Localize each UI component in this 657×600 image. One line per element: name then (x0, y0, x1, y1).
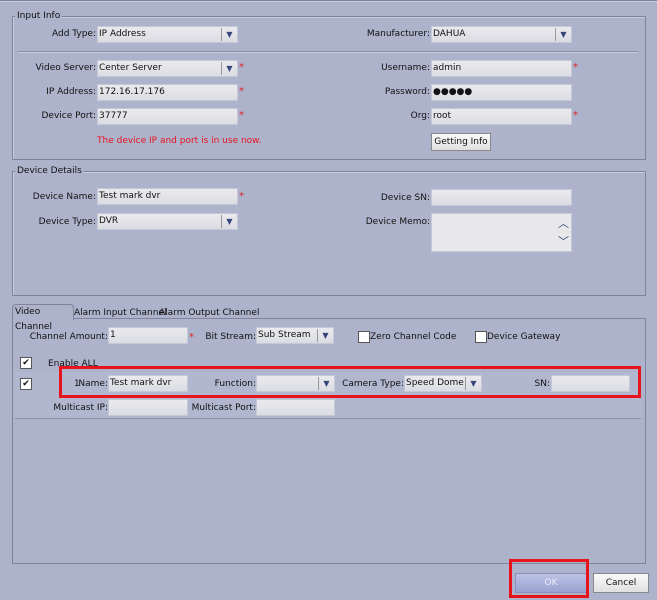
zero-channel-code-checkbox[interactable] (358, 331, 370, 343)
group-title: Device Details (15, 166, 84, 176)
chevron-down-icon: ▼ (221, 62, 237, 75)
ip-address-input[interactable]: 172.16.17.176 (97, 84, 238, 101)
manufacturer-label: Manufacturer: (366, 29, 430, 39)
username-label: Username: (381, 63, 430, 73)
device-memo-label: Device Memo: (365, 217, 430, 227)
org-label: Org: (410, 111, 430, 121)
multicast-port-input[interactable] (256, 399, 335, 416)
channel-checkbox[interactable]: ✔ (20, 378, 32, 390)
cancel-button[interactable]: Cancel (593, 573, 649, 593)
password-label: Password: (384, 87, 430, 97)
device-type-label: Device Type: (38, 217, 96, 227)
highlight-box (59, 366, 641, 398)
manufacturer-value: DAHUA (433, 29, 466, 39)
required-mark: * (239, 62, 244, 73)
ip-address-label: IP Address: (46, 87, 96, 97)
password-input[interactable]: ●●●●● (431, 84, 572, 101)
multicast-ip-label: Multicast IP: (53, 403, 108, 413)
video-server-dropdown[interactable]: Center Server ▼ (97, 60, 238, 77)
chevron-down-icon: ▼ (221, 215, 237, 228)
required-mark: * (573, 62, 578, 73)
required-mark: * (239, 86, 244, 97)
org-input[interactable]: root (431, 108, 572, 125)
group-title: Input Info (15, 11, 63, 21)
manufacturer-dropdown[interactable]: DAHUA ▼ (431, 26, 572, 43)
bit-stream-value: Sub Stream (258, 330, 311, 340)
chevron-down-icon: ▼ (317, 329, 333, 342)
tab-alarm-input-channel[interactable]: Alarm Input Channel (74, 308, 166, 318)
channel-amount-label: Channel Amount: (29, 332, 108, 342)
video-server-value: Center Server (99, 63, 162, 73)
scroll-up-icon[interactable]: ︿ (558, 216, 569, 231)
add-type-label: Add Type: (52, 29, 96, 39)
required-mark: * (573, 110, 578, 121)
chevron-down-icon: ▼ (555, 28, 571, 41)
getting-info-button[interactable]: Getting Info (431, 133, 491, 151)
device-port-input[interactable]: 37777 (97, 108, 238, 125)
chevron-down-icon: ▼ (221, 28, 237, 41)
required-mark: * (239, 191, 244, 202)
multicast-ip-input[interactable] (108, 399, 188, 416)
device-port-label: Device Port: (41, 111, 96, 121)
top-border (0, 0, 657, 1)
multicast-port-label: Multicast Port: (191, 403, 256, 413)
tab-alarm-output-channel[interactable]: Alarm Output Channel (159, 308, 259, 318)
tab-panel (12, 318, 646, 564)
zero-channel-code-label: Zero Channel Code (370, 332, 457, 342)
device-sn-input[interactable] (431, 189, 572, 206)
required-mark: * (189, 332, 194, 343)
device-type-dropdown[interactable]: DVR ▼ (97, 213, 238, 230)
device-name-label: Device Name: (32, 192, 96, 202)
add-type-value: IP Address (99, 29, 146, 39)
bit-stream-dropdown[interactable]: Sub Stream ▼ (256, 327, 334, 344)
add-type-dropdown[interactable]: IP Address ▼ (97, 26, 238, 43)
required-mark: * (239, 110, 244, 121)
channel-amount-input[interactable]: 1 (108, 327, 188, 344)
error-message: The device IP and port is in use now. (97, 136, 262, 146)
device-sn-label: Device SN: (380, 193, 430, 203)
device-name-input[interactable]: Test mark dvr (97, 188, 238, 205)
highlight-box (509, 559, 589, 598)
divider (18, 51, 638, 52)
enable-all-checkbox[interactable]: ✔ (20, 357, 32, 369)
scroll-down-icon[interactable]: ﹀ (558, 234, 569, 249)
video-server-label: Video Server: (35, 63, 96, 73)
device-type-value: DVR (99, 216, 119, 226)
device-memo-textarea[interactable]: ︿ ﹀ (431, 213, 572, 252)
username-input[interactable]: admin (431, 60, 572, 77)
device-gateway-label: Device Gateway (487, 332, 561, 342)
device-gateway-checkbox[interactable] (475, 331, 487, 343)
bit-stream-label: Bit Stream: (205, 332, 256, 342)
tab-video-channel[interactable]: Video Channel (12, 304, 74, 332)
